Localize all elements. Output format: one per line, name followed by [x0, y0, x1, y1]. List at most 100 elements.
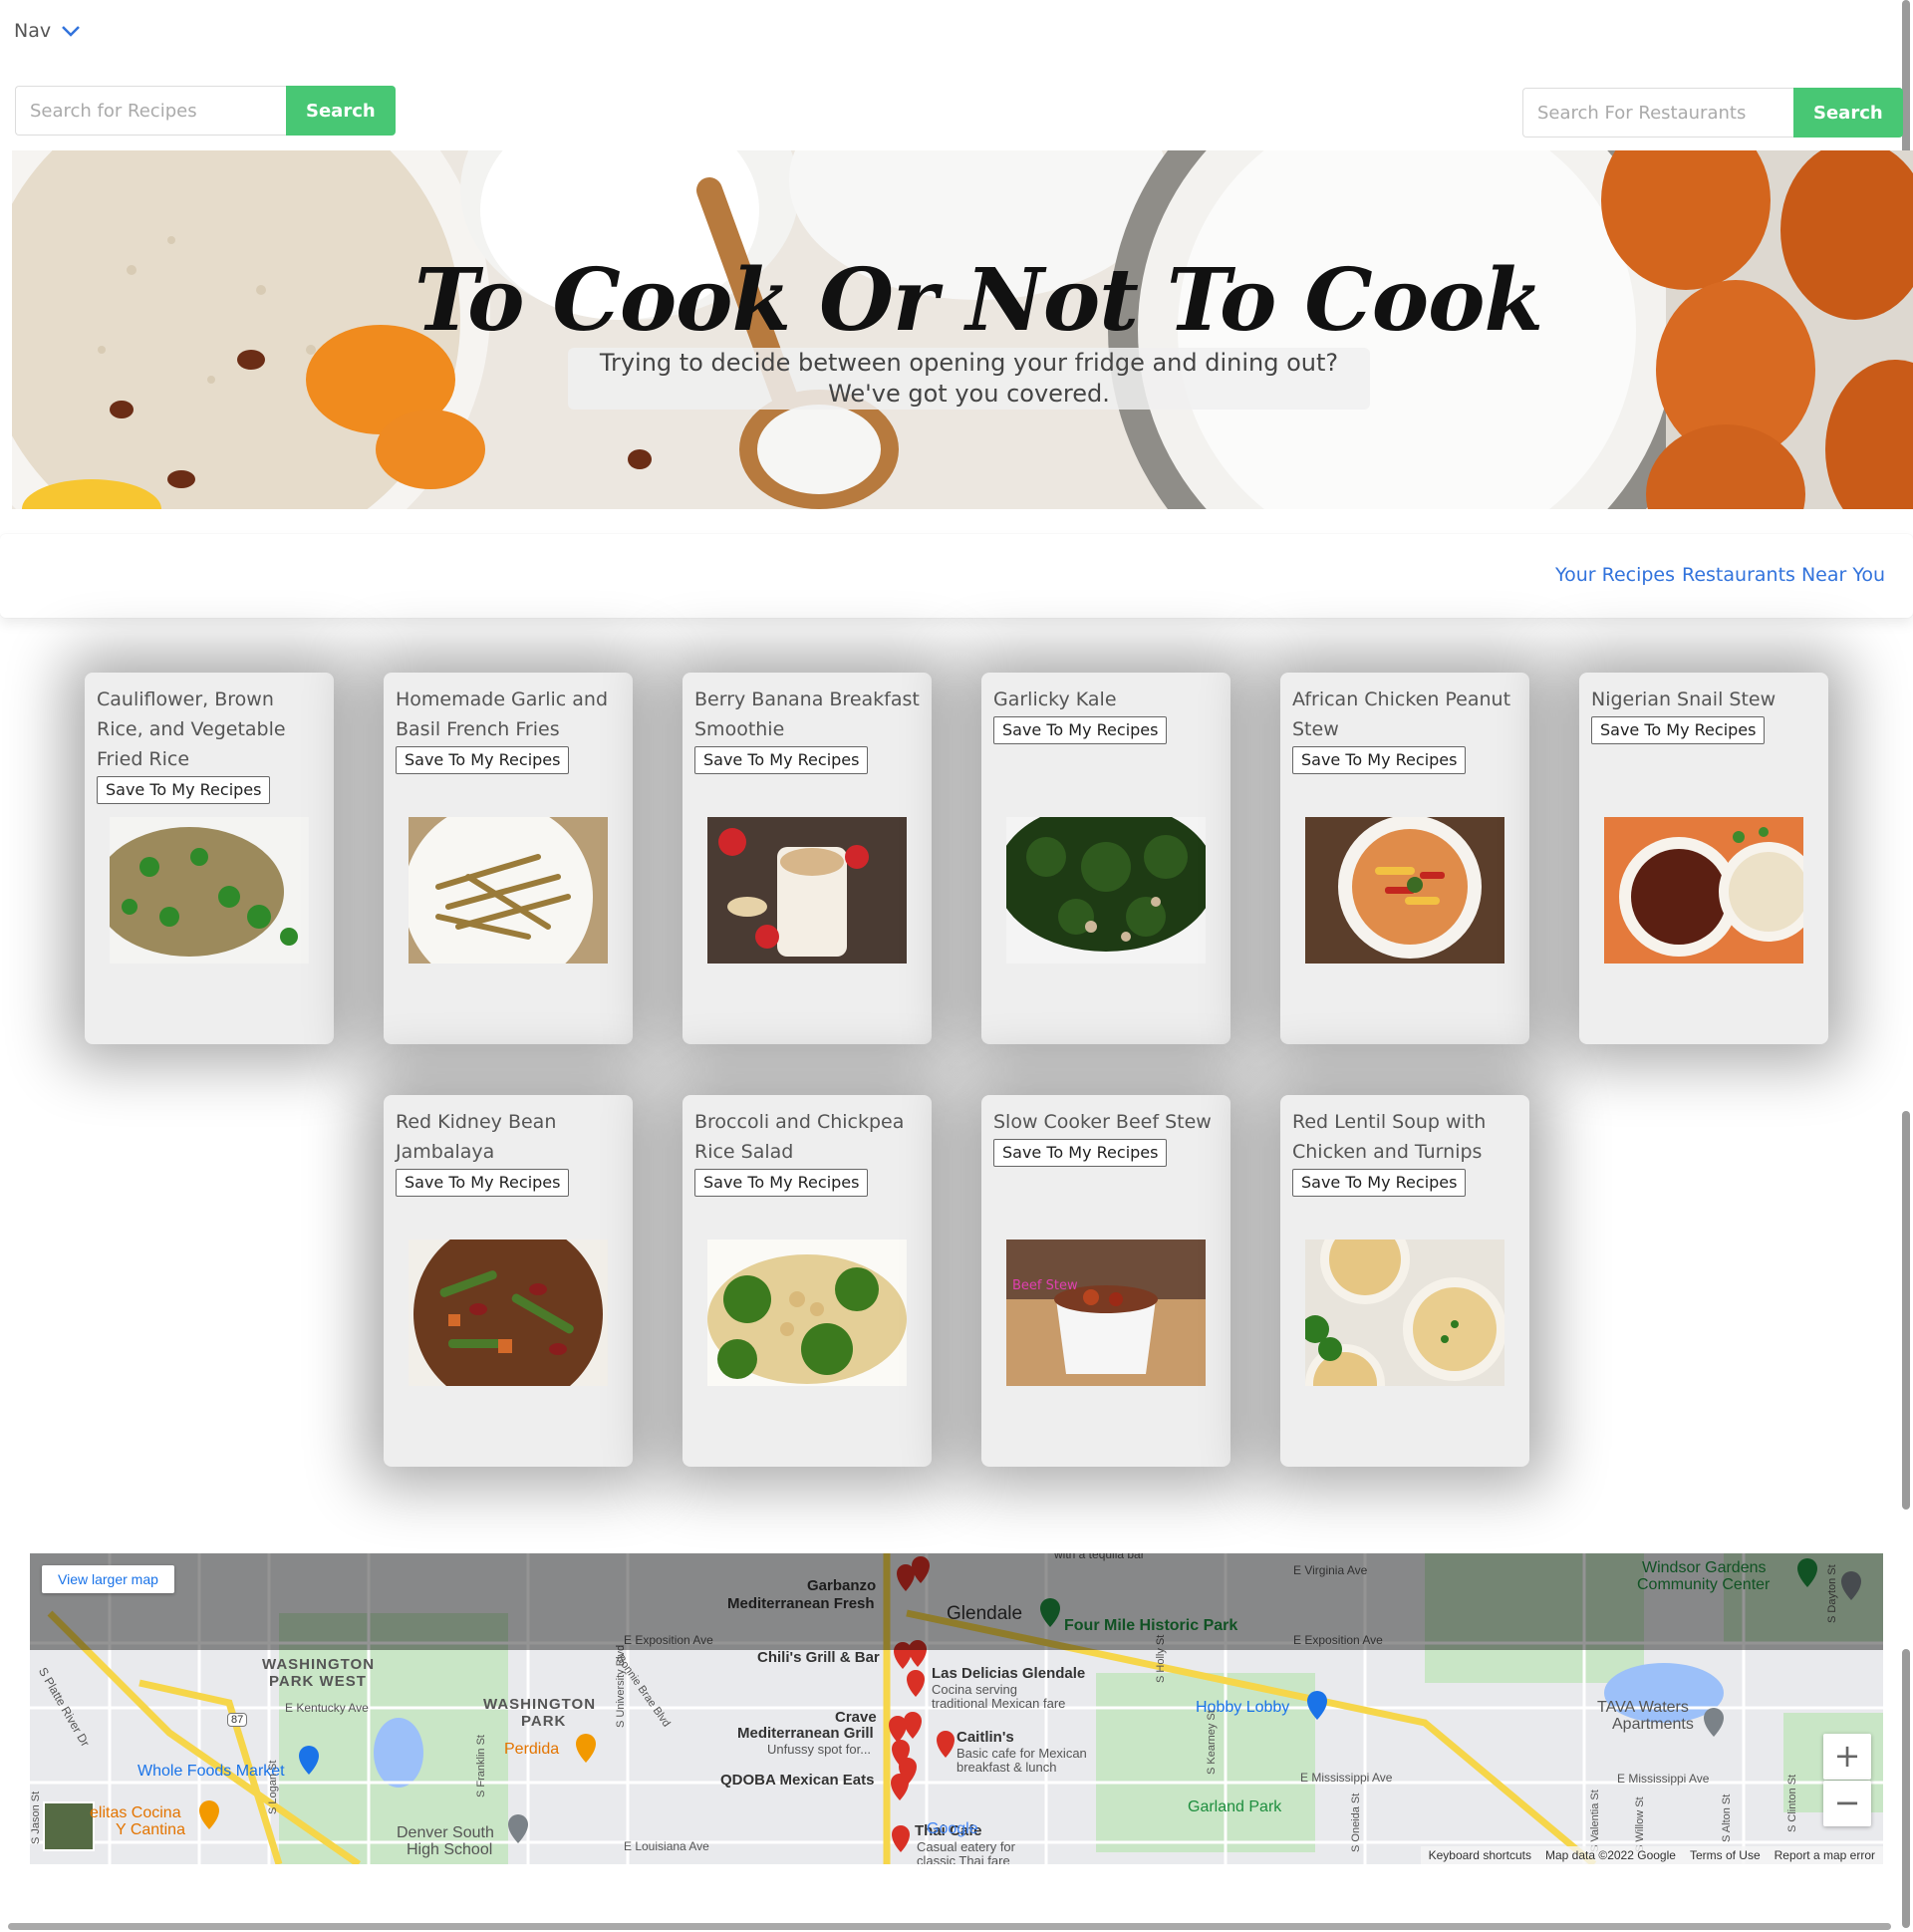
recipe-title: Homemade Garlic and Basil French Fries	[396, 689, 609, 740]
map-label: Garland Park	[1188, 1798, 1282, 1815]
chevron-down-icon	[62, 26, 80, 37]
save-recipe-button[interactable]: Save To My Recipes	[694, 1169, 869, 1197]
recipe-title: African Chicken Peanut Stew	[1292, 689, 1511, 740]
map-label: S Clinton St	[1786, 1774, 1798, 1832]
restaurants-near-you-link[interactable]: Restaurants Near You	[1682, 564, 1885, 586]
recipe-card: Red Kidney Bean Jambalaya Save To My Rec…	[384, 1095, 633, 1467]
map-label: S Oneida St	[1350, 1793, 1362, 1852]
terms-of-use-link[interactable]: Terms of Use	[1690, 1846, 1761, 1864]
recipe-image	[1604, 817, 1803, 964]
recipe-title: Slow Cooker Beef Stew	[993, 1111, 1212, 1133]
recipe-image	[1305, 817, 1504, 964]
map-label: S Willow St	[1634, 1796, 1646, 1852]
save-recipe-button[interactable]: Save To My Recipes	[97, 776, 271, 804]
nav-label: Nav	[14, 20, 52, 42]
keyboard-shortcuts-link[interactable]: Keyboard shortcuts	[1429, 1846, 1531, 1864]
recipe-title: Broccoli and Chickpea Rice Salad	[694, 1111, 905, 1163]
restaurant-search-button[interactable]: Search	[1793, 88, 1903, 138]
map-label: S Alton St	[1721, 1794, 1733, 1842]
save-recipe-button[interactable]: Save To My Recipes	[993, 1139, 1168, 1167]
map-data-attribution: Map data ©2022 Google	[1545, 1848, 1676, 1862]
map-label: E Mississippi Ave	[1300, 1771, 1393, 1785]
recipe-title: Cauliflower, Brown Rice, and Vegetable F…	[97, 689, 286, 770]
hero-subtitle-line1: Trying to decide between opening your fr…	[599, 349, 1339, 377]
map-label: PARK	[521, 1713, 567, 1730]
map-label: Mediterranean Grill	[737, 1725, 874, 1742]
recipe-image	[409, 1240, 608, 1386]
map-label: Casual eatery for	[917, 1839, 1015, 1854]
map-label: Apartments	[1612, 1716, 1694, 1733]
map-label: S Jason St	[30, 1791, 42, 1844]
scrollbar-thumb[interactable]	[1902, 1649, 1910, 1928]
recipe-title: Red Lentil Soup with Chicken and Turnips	[1292, 1111, 1487, 1163]
recipe-results: Cauliflower, Brown Rice, and Vegetable F…	[0, 638, 1897, 1495]
recipe-image: Beef Stew	[1006, 1240, 1206, 1386]
scrollbar-thumb[interactable]	[8, 1923, 1891, 1930]
map-label: S Franklin St	[475, 1735, 487, 1797]
recipe-image	[409, 817, 608, 964]
map-footer: Keyboard shortcuts Map data ©2022 Google…	[1420, 1846, 1883, 1864]
save-recipe-button[interactable]: Save To My Recipes	[396, 746, 570, 774]
map-label: breakfast & lunch	[956, 1760, 1057, 1775]
recipe-image	[1006, 817, 1206, 964]
map-label: WASHINGTON	[262, 1656, 376, 1673]
map-label: Las Delicias Glendale	[932, 1665, 1086, 1682]
map-label: S Logan St	[267, 1760, 279, 1814]
map-label: High School	[407, 1841, 493, 1858]
recipe-card: Slow Cooker Beef Stew Save To My Recipes…	[981, 1095, 1230, 1467]
recipe-search-form: Search	[15, 86, 396, 136]
recipe-search-button[interactable]: Search	[286, 86, 396, 136]
recipe-title: Garlicky Kale	[993, 689, 1117, 710]
route-shield: 87	[227, 1713, 248, 1727]
map-label: PARK WEST	[269, 1673, 367, 1690]
zoom-out-button[interactable]: −	[1823, 1781, 1871, 1826]
map-label: Cocina serving	[932, 1682, 1017, 1697]
recipe-card: Berry Banana Breakfast Smoothie Save To …	[683, 673, 932, 1044]
map-label: S Kearney St	[1206, 1710, 1218, 1775]
save-recipe-button[interactable]: Save To My Recipes	[993, 716, 1168, 744]
report-map-error-link[interactable]: Report a map error	[1775, 1846, 1875, 1864]
recipe-image	[707, 817, 907, 964]
map-label: Caitlin's	[956, 1729, 1014, 1746]
map-label: elitas Cocina	[90, 1804, 181, 1821]
recipe-card: Nigerian Snail Stew Save To My Recipes	[1579, 673, 1828, 1044]
horizontal-scrollbar[interactable]	[0, 1920, 1897, 1932]
zoom-in-button[interactable]: +	[1823, 1734, 1871, 1780]
nav-dropdown[interactable]: Nav	[14, 20, 81, 42]
beef-stew-overlay-text: Beef Stew	[1012, 1278, 1078, 1293]
page-links-bar: Your Recipes Restaurants Near You	[0, 534, 1913, 618]
view-larger-map-link[interactable]: View larger map	[42, 1565, 174, 1593]
save-recipe-button[interactable]: Save To My Recipes	[396, 1169, 570, 1197]
recipe-title: Berry Banana Breakfast Smoothie	[694, 689, 920, 740]
save-recipe-button[interactable]: Save To My Recipes	[1292, 1169, 1467, 1197]
map-label: WASHINGTON	[483, 1696, 597, 1713]
restaurant-search-input[interactable]	[1522, 88, 1793, 138]
recipe-image	[707, 1240, 907, 1386]
map-label: Unfussy spot for...	[767, 1742, 872, 1757]
recipe-search-input[interactable]	[15, 86, 286, 136]
recipe-card: Garlicky Kale Save To My Recipes	[981, 673, 1230, 1044]
map-label: QDOBA Mexican Eats	[720, 1772, 875, 1789]
hero-subtitle: Trying to decide between opening your fr…	[568, 348, 1370, 410]
map-label: Y Cantina	[116, 1821, 185, 1838]
map-label: Denver South	[397, 1824, 494, 1841]
save-recipe-button[interactable]: Save To My Recipes	[1292, 746, 1467, 774]
hero-subtitle-line2: We've got you covered.	[828, 380, 1110, 408]
restaurants-map[interactable]: Garbanzo Mediterranean Fresh Glendale Fo…	[30, 1553, 1883, 1864]
map-label: traditional Mexican fare	[932, 1696, 1066, 1711]
map-label: TAVA Waters	[1597, 1699, 1689, 1716]
map-label: S Valentia St	[1589, 1790, 1601, 1852]
save-recipe-button[interactable]: Save To My Recipes	[1591, 716, 1766, 744]
save-recipe-button[interactable]: Save To My Recipes	[694, 746, 869, 774]
recipe-image	[110, 817, 309, 964]
map-label: Crave	[835, 1709, 877, 1726]
map-label: classic Thai fare	[917, 1853, 1010, 1864]
recipe-card: Homemade Garlic and Basil French Fries S…	[384, 673, 633, 1044]
your-recipes-link[interactable]: Your Recipes	[1555, 564, 1675, 586]
scrollbar-thumb[interactable]	[1902, 1111, 1910, 1510]
hero-banner: To Cook Or Not To Cook Trying to decide …	[12, 150, 1913, 509]
map-label: E Mississippi Ave	[1617, 1772, 1710, 1786]
map-overlay	[30, 1553, 1883, 1650]
map-label: Chili's Grill & Bar	[757, 1649, 880, 1666]
map-label: Whole Foods Market	[137, 1763, 285, 1780]
